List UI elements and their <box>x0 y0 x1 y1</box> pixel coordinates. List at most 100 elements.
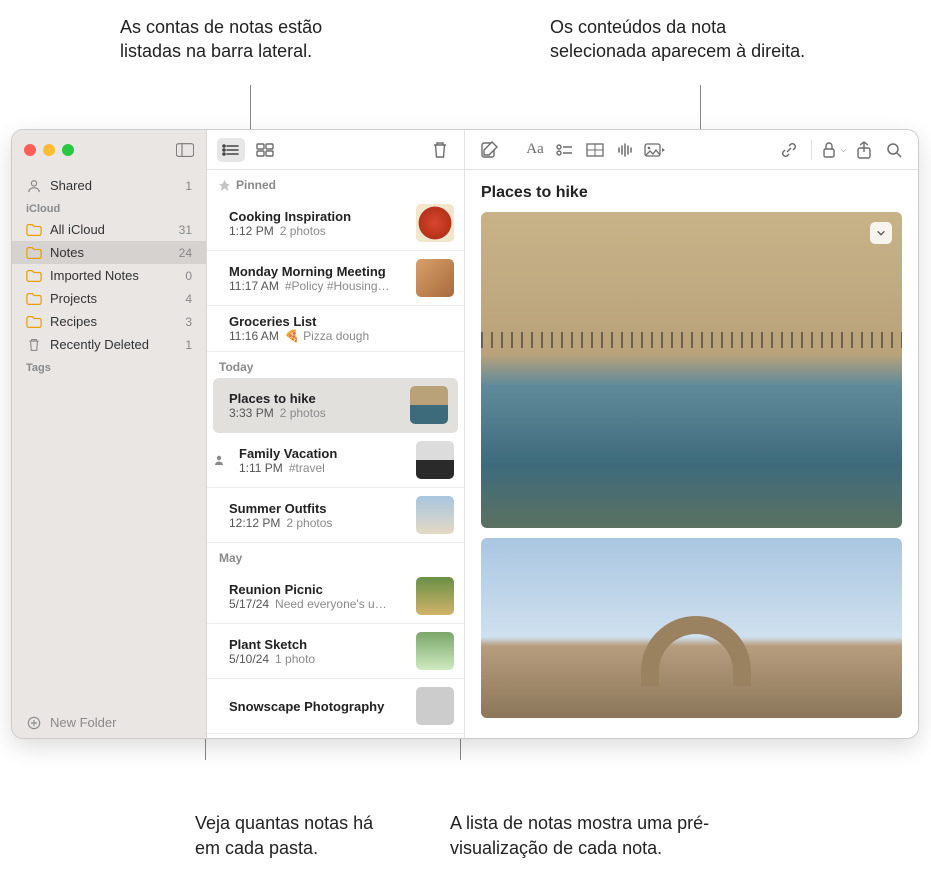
view-list-button[interactable] <box>217 138 245 162</box>
section-label: Pinned <box>236 178 276 192</box>
sidebar-item-label: Projects <box>50 291 97 306</box>
format-button[interactable]: Aa <box>521 138 549 162</box>
sidebar-item-label: All iCloud <box>50 222 105 237</box>
sidebar-section-tags[interactable]: Tags <box>12 356 206 377</box>
sidebar-item-label: Imported Notes <box>50 268 139 283</box>
callout-content: Os conteúdos da nota selecionada aparece… <box>550 15 810 64</box>
new-folder-label: New Folder <box>50 715 116 730</box>
sidebar-item-count: 1 <box>185 179 192 193</box>
delete-note-button[interactable] <box>426 138 454 162</box>
note-thumbnail <box>416 632 454 670</box>
sidebar-folder-item[interactable]: Notes 24 <box>12 241 206 264</box>
note-attachment-photo[interactable] <box>481 212 902 528</box>
notes-list-pane: Pinned Cooking Inspiration 1:12 PM2 phot… <box>207 130 465 738</box>
sidebar-item-shared[interactable]: Shared 1 <box>12 174 206 197</box>
callout-preview: A lista de notas mostra uma pré-visualiz… <box>450 811 730 860</box>
note-item-title: Snowscape Photography <box>229 699 406 714</box>
note-body[interactable]: Places to hike <box>465 170 918 738</box>
note-item-time: 5/17/24 <box>229 597 269 611</box>
callout-counts: Veja quantas notas há em cada pasta. <box>195 811 375 860</box>
sidebar-item-count: 1 <box>185 338 192 352</box>
audio-button[interactable] <box>611 138 639 162</box>
folder-icon <box>26 292 42 306</box>
section-pinned: Pinned <box>207 170 464 196</box>
sidebar-item-count: 4 <box>185 292 192 306</box>
note-item-title: Family Vacation <box>239 446 406 461</box>
sidebar: Shared 1 iCloud All iCloud 31 Notes 24 I… <box>12 130 207 738</box>
note-item-preview: 2 photos <box>286 516 332 530</box>
sidebar-folder-item[interactable]: Imported Notes 0 <box>12 264 206 287</box>
note-list-item[interactable]: Family Vacation 1:11 PM#travel <box>207 433 464 488</box>
notes-list[interactable]: Pinned Cooking Inspiration 1:12 PM2 phot… <box>207 170 464 738</box>
photo-detail <box>481 332 902 348</box>
content-toolbar: Aa ⌵ <box>465 130 918 170</box>
table-button[interactable] <box>581 138 609 162</box>
callout-accounts: As contas de notas estão listadas na bar… <box>120 15 380 64</box>
sidebar-item-count: 0 <box>185 269 192 283</box>
folder-icon <box>26 269 42 283</box>
trash-icon <box>26 338 42 352</box>
note-item-preview: Need everyone's u… <box>275 597 387 611</box>
note-list-item[interactable]: Groceries List 11:16 AM🍕 Pizza dough <box>207 306 464 352</box>
shared-icon <box>26 179 42 193</box>
attachment-menu-icon[interactable] <box>870 222 892 244</box>
note-item-preview: 🍕 Pizza dough <box>285 329 369 343</box>
sidebar-item-count: 31 <box>179 223 192 237</box>
note-list-item[interactable]: Places to hike 3:33 PM2 photos <box>213 378 458 433</box>
sidebar-folder-item[interactable]: All iCloud 31 <box>12 218 206 241</box>
toggle-sidebar-icon[interactable] <box>176 143 194 157</box>
note-list-item[interactable]: Monday Morning Meeting 11:17 AM#Policy #… <box>207 251 464 306</box>
note-list-item[interactable]: Snowscape Photography <box>207 679 464 734</box>
folder-icon <box>26 223 42 237</box>
link-button[interactable] <box>775 138 803 162</box>
note-item-preview: 1 photo <box>275 652 315 666</box>
note-thumbnail <box>416 441 454 479</box>
new-folder-button[interactable]: New Folder <box>12 707 206 738</box>
sidebar-item-count: 24 <box>179 246 192 260</box>
notes-app-window: Shared 1 iCloud All iCloud 31 Notes 24 I… <box>12 130 918 738</box>
compose-button[interactable] <box>475 138 503 162</box>
toolbar-separator <box>811 140 812 160</box>
checklist-button[interactable] <box>551 138 579 162</box>
note-item-time: 12:12 PM <box>229 516 280 530</box>
pin-icon <box>219 180 230 191</box>
note-item-title: Cooking Inspiration <box>229 209 406 224</box>
note-thumbnail <box>416 687 454 725</box>
photo-detail <box>641 616 751 686</box>
note-list-item[interactable]: Cooking Inspiration 1:12 PM2 photos <box>207 196 464 251</box>
shared-indicator-icon <box>213 454 225 466</box>
traffic-light-zoom[interactable] <box>62 144 74 156</box>
note-thumbnail <box>416 259 454 297</box>
note-list-item[interactable]: Summer Outfits 12:12 PM 2 photos <box>207 488 464 543</box>
media-button[interactable] <box>641 138 669 162</box>
note-item-title: Places to hike <box>229 391 400 406</box>
sidebar-folder-item[interactable]: Projects 4 <box>12 287 206 310</box>
view-gallery-button[interactable] <box>251 138 279 162</box>
sidebar-section-icloud[interactable]: iCloud <box>12 197 206 218</box>
plus-circle-icon <box>26 716 42 730</box>
sidebar-item-label: Recently Deleted <box>50 337 149 352</box>
note-title: Places to hike <box>481 184 902 202</box>
note-thumbnail <box>416 577 454 615</box>
sidebar-item-label: Recipes <box>50 314 97 329</box>
note-item-time: 11:16 AM <box>229 329 279 343</box>
section-label: Today <box>219 360 253 374</box>
note-item-time: 5/10/24 <box>229 652 269 666</box>
folder-icon <box>26 246 42 260</box>
note-item-time: 1:11 PM <box>239 461 283 475</box>
sidebar-folder-item[interactable]: Recipes 3 <box>12 310 206 333</box>
note-item-title: Summer Outfits <box>229 501 406 516</box>
note-item-preview: 2 photos <box>280 224 326 238</box>
traffic-light-close[interactable] <box>24 144 36 156</box>
share-button[interactable] <box>850 138 878 162</box>
lock-button[interactable]: ⌵ <box>820 138 848 162</box>
note-list-item[interactable]: Plant Sketch 5/10/24 1 photo <box>207 624 464 679</box>
folder-icon <box>26 315 42 329</box>
sidebar-folder-item[interactable]: Recently Deleted 1 <box>12 333 206 356</box>
sidebar-content: Shared 1 iCloud All iCloud 31 Notes 24 I… <box>12 170 206 707</box>
traffic-light-minimize[interactable] <box>43 144 55 156</box>
note-attachment-photo[interactable] <box>481 538 902 718</box>
note-item-title: Plant Sketch <box>229 637 406 652</box>
search-button[interactable] <box>880 138 908 162</box>
note-list-item[interactable]: Reunion Picnic 5/17/24Need everyone's u… <box>207 569 464 624</box>
